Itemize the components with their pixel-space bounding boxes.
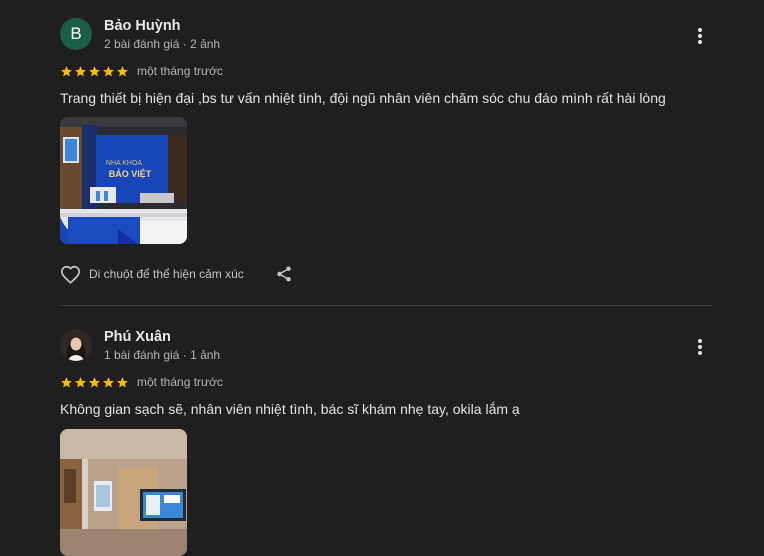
star-rating (60, 65, 129, 78)
more-options-button[interactable] (694, 337, 706, 357)
photo-sign-line1: NHA KHOA (106, 160, 143, 167)
react-button[interactable]: Di chuột để thể hiện cảm xúc (60, 265, 244, 284)
star-icon (103, 376, 114, 387)
avatar-photo-image (60, 329, 92, 361)
reviewer-meta: 1 bài đánh giá · 1 ảnh (104, 348, 221, 362)
review-date: một tháng trước (137, 375, 223, 389)
clinic-reception-image: NHA KHOA BẢO VIỆT (60, 117, 187, 244)
avatar-letter: B (70, 24, 82, 43)
more-options-button[interactable] (694, 26, 706, 46)
review-card: Phú Xuân 1 bài đánh giá · 1 ảnh một thán… (60, 329, 712, 556)
react-label: Di chuột để thể hiện cảm xúc (89, 267, 244, 281)
avatar[interactable]: B (60, 18, 92, 50)
more-vert-icon (698, 339, 702, 355)
star-icon (89, 65, 100, 76)
review-date: một tháng trước (137, 64, 223, 78)
review-text: Không gian sạch sẽ, nhân viên nhiệt tình… (60, 401, 520, 417)
star-icon (75, 65, 86, 76)
photo-sign-line2: BẢO VIỆT (109, 168, 152, 179)
review-header: B Bảo Huỳnh 2 bài đánh giá · 2 ảnh (60, 18, 712, 54)
heart-outline-icon (60, 265, 81, 284)
share-button[interactable] (274, 264, 294, 284)
review-photo[interactable] (60, 429, 187, 556)
star-icon (61, 376, 72, 387)
reviewer-meta: 2 bài đánh giá · 2 ảnh (104, 37, 221, 51)
reviewer-name[interactable]: Phú Xuân (104, 329, 171, 345)
review-card: B Bảo Huỳnh 2 bài đánh giá · 2 ảnh một t… (60, 18, 712, 284)
star-rating (60, 376, 129, 389)
clinic-interior-image (60, 429, 187, 556)
star-icon (75, 376, 86, 387)
avatar[interactable] (60, 329, 92, 361)
rating-row: một tháng trước (60, 374, 223, 390)
star-icon (89, 376, 100, 387)
review-divider (60, 305, 712, 306)
share-icon (277, 266, 291, 282)
review-actions: Di chuột để thể hiện cảm xúc (60, 264, 294, 284)
review-photo[interactable]: NHA KHOA BẢO VIỆT (60, 117, 187, 244)
star-icon (117, 65, 128, 76)
review-text: Trang thiết bị hiện đại ,bs tư vấn nhiệt… (60, 90, 666, 106)
star-icon (61, 65, 72, 76)
rating-row: một tháng trước (60, 63, 223, 79)
reviewer-name[interactable]: Bảo Huỳnh (104, 18, 181, 34)
more-vert-icon (698, 28, 702, 44)
star-icon (103, 65, 114, 76)
star-icon (117, 376, 128, 387)
review-header: Phú Xuân 1 bài đánh giá · 1 ảnh (60, 329, 712, 365)
